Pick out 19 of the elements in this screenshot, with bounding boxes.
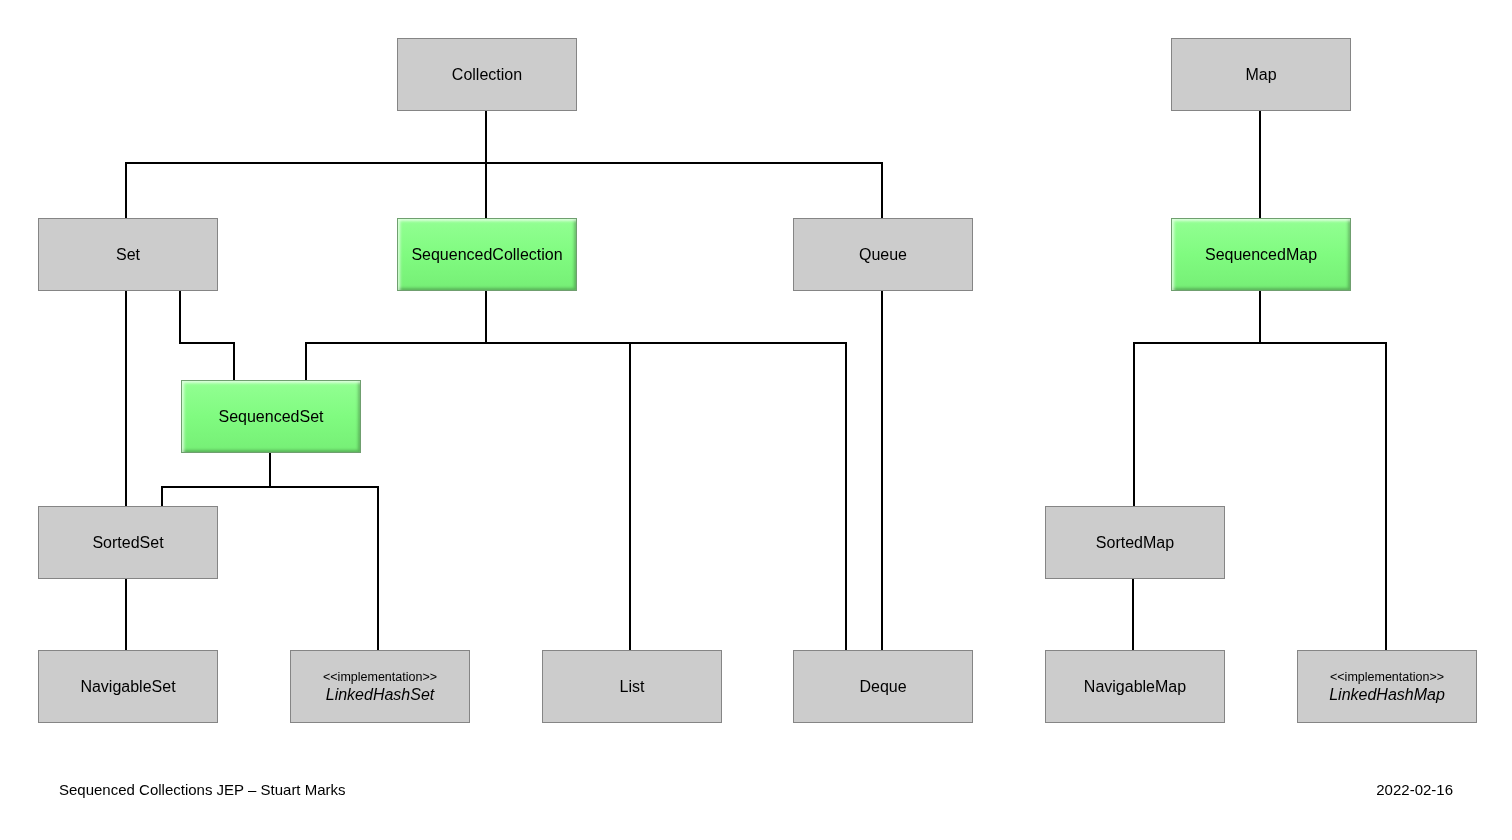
interface-node: NavigableSet — [38, 650, 218, 723]
interface-node: SortedSet — [38, 506, 218, 579]
interface-node: Queue — [793, 218, 973, 291]
interface-node: SortedMap — [1045, 506, 1225, 579]
interface-node: SequencedSet — [181, 380, 361, 453]
interface-node: Map — [1171, 38, 1351, 111]
footer-date: 2022-02-16 — [1376, 781, 1453, 797]
interface-node: Deque — [793, 650, 973, 723]
class-name: LinkedHashSet — [325, 684, 435, 704]
stereotype-label: <<implementation>> — [1330, 669, 1444, 685]
class-name: LinkedHashMap — [1329, 684, 1445, 704]
footer-caption: Sequenced Collections JEP – Stuart Marks — [59, 781, 346, 797]
interface-node: NavigableMap — [1045, 650, 1225, 723]
interface-node: Set — [38, 218, 218, 291]
interface-node: SequencedMap — [1171, 218, 1351, 291]
interface-node: List — [542, 650, 722, 723]
interface-node: Collection — [397, 38, 577, 111]
stereotype-label: <<implementation>> — [323, 669, 437, 685]
interface-node: SequencedCollection — [397, 218, 577, 291]
